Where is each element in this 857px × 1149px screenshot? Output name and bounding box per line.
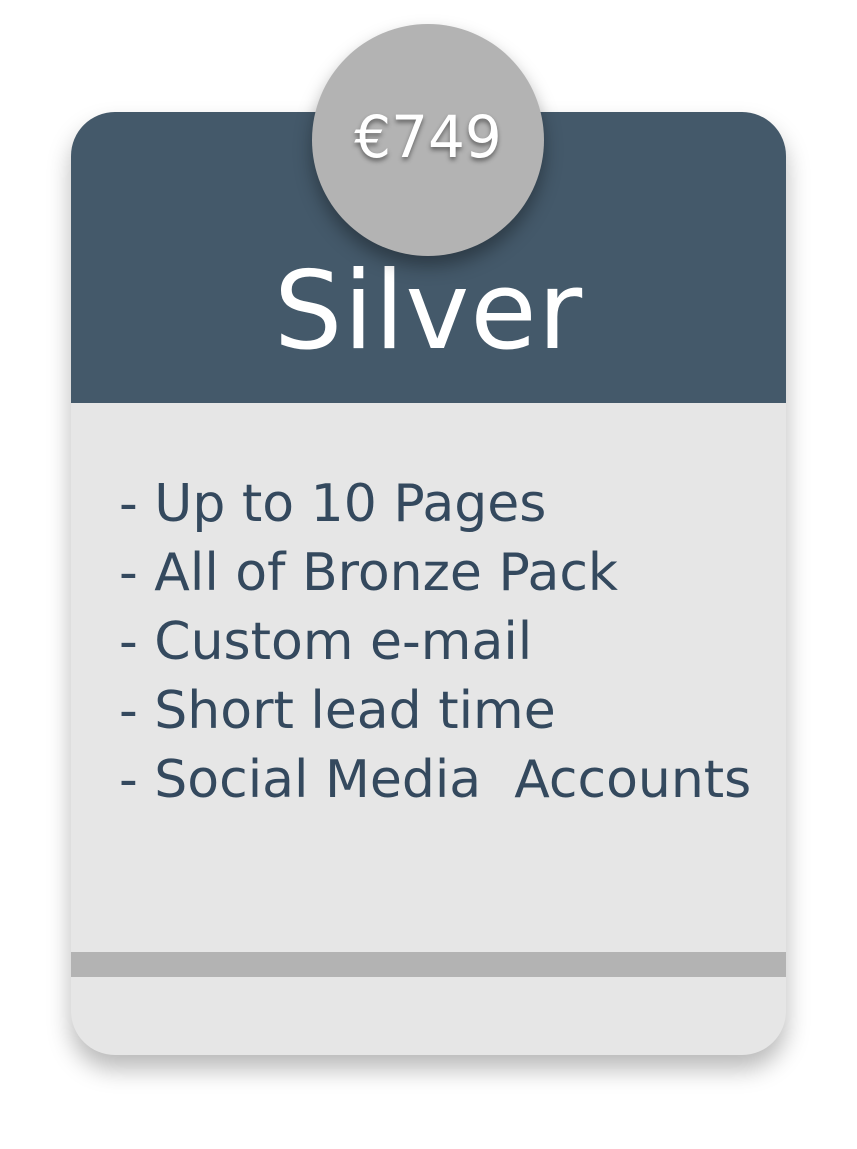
price-text: €749 <box>354 103 502 171</box>
feature-item: - Custom e-mail <box>119 612 533 672</box>
feature-item: - Short lead time <box>119 681 556 741</box>
card-divider <box>71 952 786 977</box>
feature-item: - Up to 10 Pages <box>119 474 547 534</box>
feature-list: - Up to 10 Pages - All of Bronze Pack - … <box>119 470 751 815</box>
feature-item: - All of Bronze Pack <box>119 543 619 603</box>
plan-name: Silver <box>273 249 584 374</box>
price-badge: €749 <box>312 24 544 256</box>
feature-item: - Social Media Accounts <box>119 750 752 810</box>
